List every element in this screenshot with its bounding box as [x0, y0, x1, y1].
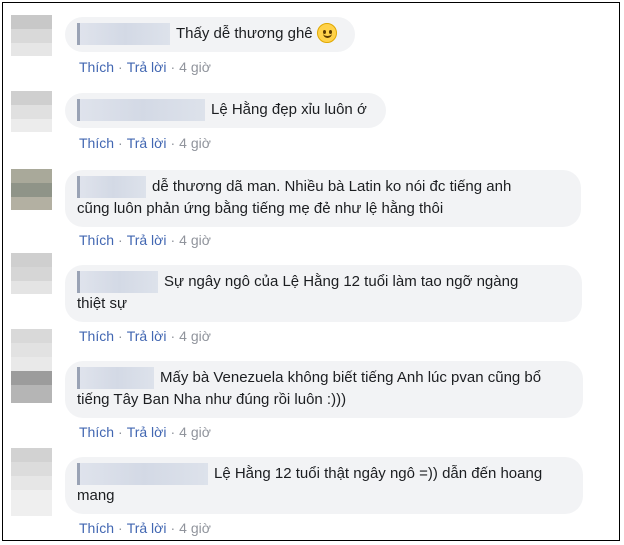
comment-text-line-2: mang: [77, 487, 115, 504]
comment-bubble: Lệ Hằng đẹp xỉu luôn ớ: [65, 93, 386, 128]
timestamp[interactable]: 4 giờ: [179, 59, 211, 75]
commenter-name-blurred[interactable]: [77, 367, 154, 389]
like-link[interactable]: Thích: [79, 232, 114, 248]
separator: ·: [118, 59, 123, 75]
timestamp[interactable]: 4 giờ: [179, 232, 211, 248]
separator: ·: [170, 135, 176, 151]
separator: ·: [170, 232, 176, 248]
comment-text-line-1: Sự ngây ngô của Lệ Hằng 12 tuổi làm tao …: [164, 273, 519, 290]
comment-bubble: dễ thương dã man. Nhiều bà Latin ko nói …: [65, 170, 581, 227]
reply-link[interactable]: Trả lời: [127, 520, 167, 536]
like-link[interactable]: Thích: [79, 59, 114, 75]
like-link[interactable]: Thích: [79, 328, 114, 344]
separator: ·: [118, 328, 123, 344]
comment-actions: Thích · Trả lời · 4 giờ: [79, 231, 211, 249]
comment-bubble: Sự ngây ngô của Lệ Hằng 12 tuổi làm tao …: [65, 265, 582, 322]
avatar[interactable]: [11, 15, 52, 56]
avatar[interactable]: [11, 448, 52, 518]
reply-link[interactable]: Trả lời: [127, 135, 167, 151]
avatar[interactable]: [11, 169, 52, 210]
comment-text: Lệ Hằng đẹp xỉu luôn ớ: [211, 101, 367, 118]
comment-actions: Thích · Trả lời · 4 giờ: [79, 327, 211, 345]
commenter-name-blurred[interactable]: [77, 176, 146, 198]
slightly-smiling-face-icon: [316, 23, 337, 43]
comment-actions: Thích · Trả lời · 4 giờ: [79, 58, 211, 76]
timestamp[interactable]: 4 giờ: [179, 424, 211, 440]
like-link[interactable]: Thích: [79, 424, 114, 440]
separator: ·: [118, 520, 123, 536]
comment-text-line-2: thiệt sự: [77, 295, 128, 312]
separator: ·: [118, 232, 123, 248]
comment-text: Thấy dễ thương ghê: [176, 25, 313, 42]
timestamp[interactable]: 4 giờ: [179, 520, 211, 536]
comment-bubble: Lệ Hằng 12 tuổi thật ngây ngô =)) dẫn đế…: [65, 457, 583, 514]
like-link[interactable]: Thích: [79, 135, 114, 151]
reply-link[interactable]: Trả lời: [127, 424, 167, 440]
timestamp[interactable]: 4 giờ: [179, 328, 211, 344]
comment-text-line-1: Lệ Hằng 12 tuổi thật ngây ngô =)) dẫn đế…: [214, 465, 543, 482]
comment-text-line-2: cũng luôn phản ứng bằng tiếng mẹ đẻ như …: [77, 200, 444, 217]
separator: ·: [170, 59, 176, 75]
like-link[interactable]: Thích: [79, 520, 114, 536]
separator: ·: [118, 135, 123, 151]
comment-bubble: Thấy dễ thương ghê: [65, 17, 355, 52]
avatar[interactable]: [11, 253, 52, 294]
separator: ·: [170, 328, 176, 344]
reply-link[interactable]: Trả lời: [127, 328, 167, 344]
commenter-name-blurred[interactable]: [77, 99, 205, 121]
reply-link[interactable]: Trả lời: [127, 59, 167, 75]
reply-link[interactable]: Trả lời: [127, 232, 167, 248]
comment-actions: Thích · Trả lời · 4 giờ: [79, 134, 211, 152]
timestamp[interactable]: 4 giờ: [179, 135, 211, 151]
comment-actions: Thích · Trả lời · 4 giờ: [79, 423, 211, 441]
avatar[interactable]: [11, 91, 52, 132]
commenter-name-blurred[interactable]: [77, 463, 208, 485]
separator: ·: [170, 520, 176, 536]
commenter-name-blurred[interactable]: [77, 271, 158, 293]
separator: ·: [170, 424, 176, 440]
comment-actions: Thích · Trả lời · 4 giờ: [79, 519, 211, 537]
comment-section: Thấy dễ thương ghê Thích · Trả lời · 4 giờ L…: [2, 2, 620, 541]
comment-bubble: Mấy bà Venezuela không biết tiếng Anh lú…: [65, 361, 583, 418]
comment-text-line-1: Mấy bà Venezuela không biết tiếng Anh lú…: [160, 369, 542, 386]
comment-text-line-2: tiếng Tây Ban Nha như đúng rồi luôn :))): [77, 391, 347, 408]
comment-text-line-1: dễ thương dã man. Nhiều bà Latin ko nói …: [152, 178, 512, 195]
avatar[interactable]: [11, 329, 52, 409]
commenter-name-blurred[interactable]: [77, 23, 170, 45]
separator: ·: [118, 424, 123, 440]
